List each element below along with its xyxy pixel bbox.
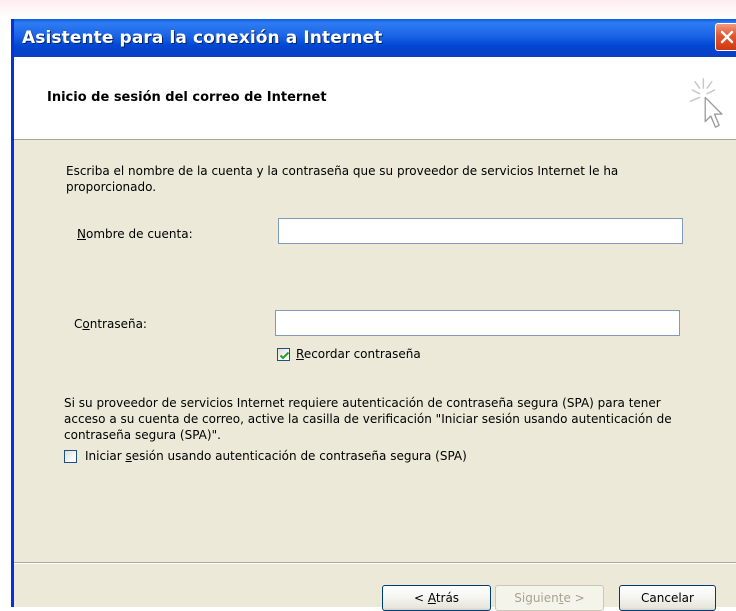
- intro-text: Escriba el nombre de la cuenta y la cont…: [66, 164, 619, 194]
- close-icon: [720, 30, 734, 44]
- wizard-window: Asistente para la conexión a Internet In…: [11, 19, 736, 611]
- checkmark-icon: [279, 351, 290, 360]
- back-button[interactable]: < Atrás: [382, 585, 491, 611]
- next-button[interactable]: Siguiente >: [495, 585, 604, 611]
- password-input[interactable]: [275, 310, 680, 336]
- account-name-label: Nombre de cuenta:: [77, 227, 193, 241]
- page-title: Inicio de sesión del correo de Internet: [47, 90, 327, 105]
- spa-checkbox-label[interactable]: Iniciar sesión usando autenticación de c…: [85, 449, 467, 463]
- title-bar[interactable]: Asistente para la conexión a Internet: [14, 19, 736, 57]
- close-button[interactable]: [715, 23, 736, 51]
- spa-checkbox[interactable]: [64, 450, 77, 463]
- password-label: Contraseña:: [74, 317, 147, 331]
- remember-password-checkbox[interactable]: [277, 348, 290, 361]
- wizard-header: Inicio de sesión del correo de Internet: [14, 57, 736, 140]
- window-title: Asistente para la conexión a Internet: [22, 28, 383, 48]
- spa-info-text: Si su proveedor de servicios Internet re…: [64, 396, 672, 442]
- wizard-pointer-sparkle-icon: [689, 78, 723, 128]
- cancel-button[interactable]: Cancelar: [619, 585, 716, 611]
- remember-password-label[interactable]: Recordar contraseña: [296, 347, 421, 361]
- footer-divider: [14, 562, 736, 564]
- account-name-input[interactable]: [278, 218, 683, 244]
